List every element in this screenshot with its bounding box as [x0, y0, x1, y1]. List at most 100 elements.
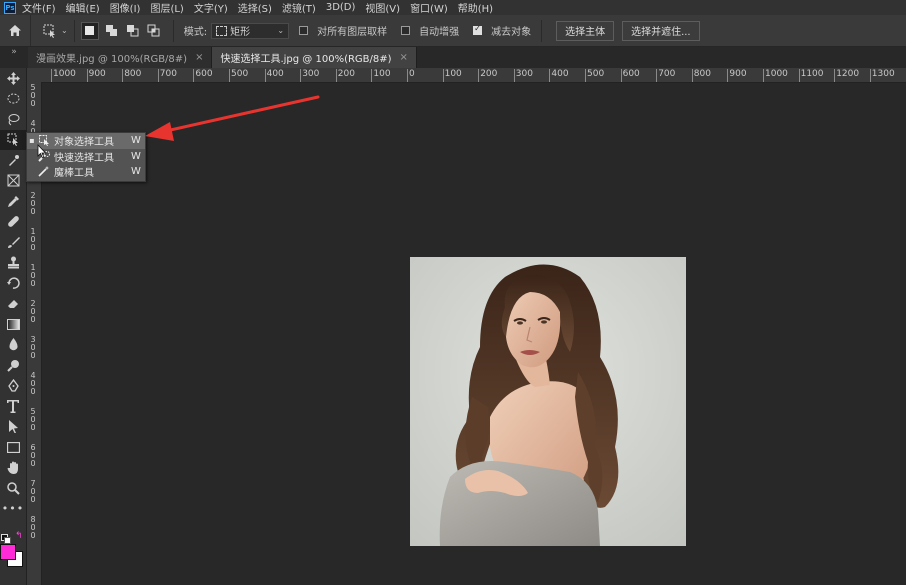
add-selection-icon [106, 25, 118, 36]
intersect-selection-button[interactable] [146, 23, 162, 39]
eraser-tool[interactable] [0, 294, 26, 315]
default-colors-icon[interactable] [1, 534, 11, 544]
zoom-tool[interactable] [0, 478, 26, 499]
close-icon[interactable]: × [195, 52, 203, 63]
tab-quick-selection[interactable]: 快速选择工具.jpg @ 100%(RGB/8#) × [212, 47, 417, 68]
menu-view[interactable]: 视图(V) [365, 0, 400, 15]
gradient-tool[interactable] [0, 314, 26, 335]
ruler-label: 0 [409, 69, 415, 79]
divider [541, 19, 543, 42]
brush-tool[interactable] [0, 232, 26, 253]
subtract-target-checkbox[interactable] [473, 24, 483, 35]
menu-edit[interactable]: 编辑(E) [66, 0, 100, 15]
menu-bar: Ps 文件(F) 编辑(E) 图像(I) 图层(L) 文字(Y) 选择(S) 滤… [0, 0, 906, 15]
swap-colors-icon[interactable]: ↰ [15, 531, 23, 541]
menu-layer[interactable]: 图层(L) [150, 0, 183, 15]
ruler-label: 700 [658, 69, 676, 79]
subtract-from-selection-button[interactable] [125, 23, 141, 39]
healing-brush-tool[interactable] [0, 212, 26, 233]
menu-select[interactable]: 选择(S) [238, 0, 272, 15]
menu-image[interactable]: 图像(I) [110, 0, 141, 15]
chevron-down-icon: ⌄ [61, 26, 68, 35]
mode-select-value: 矩形 [230, 27, 251, 38]
add-to-selection-button[interactable] [104, 23, 120, 39]
tools-panel: ••• ↰ [0, 68, 27, 585]
marquee-tool[interactable] [0, 89, 26, 110]
rectangle-tool[interactable] [0, 437, 26, 458]
select-and-mask-button[interactable]: 选择并遮住... [622, 20, 700, 41]
flyout-item-label: 魔棒工具 [54, 168, 94, 180]
document-tabs: 漫画效果.jpg @ 100%(RGB/8#) × 快速选择工具.jpg @ 1… [28, 47, 906, 68]
menu-window[interactable]: 窗口(W) [410, 0, 448, 15]
subtract-target-label: 减去对象 [491, 27, 532, 38]
ruler-label: 500 [587, 69, 605, 79]
intersect-selection-icon [147, 24, 160, 37]
ruler-label: 300 [515, 69, 533, 79]
flyout-item-shortcut: W [131, 166, 141, 178]
path-selection-tool[interactable] [0, 417, 26, 438]
stamp-icon [7, 256, 19, 269]
ruler-tick [798, 69, 800, 82]
crop-tool[interactable] [0, 150, 26, 171]
ruler-label: 600 [30, 443, 36, 468]
water-drop-icon [8, 338, 18, 351]
ruler-label: 500 [30, 407, 36, 432]
collapse-panels-button[interactable]: » [0, 47, 28, 68]
blur-tool[interactable] [0, 335, 26, 356]
type-tool[interactable] [0, 396, 26, 417]
select-subject-button[interactable]: 选择主体 [556, 20, 615, 41]
ruler-origin[interactable] [27, 68, 41, 82]
eyedropper-tool[interactable] [0, 191, 26, 212]
ruler-tick [86, 69, 88, 82]
frame-tool[interactable] [0, 171, 26, 192]
mode-select[interactable]: 矩形 ⌄ [211, 22, 290, 39]
object-selection-tool[interactable] [0, 129, 26, 150]
horizontal-ruler[interactable]: 1000 900 800 700 600 500 400 300 200 100 0 100 200 30… [41, 68, 906, 83]
pen-tool[interactable] [0, 376, 26, 397]
bandage-icon [7, 216, 19, 228]
chevron-down-icon: ⌄ [277, 26, 285, 35]
history-brush-tool[interactable] [0, 273, 26, 294]
hand-tool[interactable] [0, 458, 26, 479]
clone-stamp-tool[interactable] [0, 253, 26, 274]
ruler-label: 500 [231, 69, 249, 79]
menu-type[interactable]: 文字(Y) [194, 0, 228, 15]
flyout-item-shortcut: W [131, 150, 141, 162]
ruler-label: 100 [444, 69, 462, 79]
home-button[interactable] [0, 15, 31, 46]
selected-dot-icon: ▪ [29, 136, 35, 146]
ruler-tick [656, 69, 658, 82]
tab-comic-effect[interactable]: 漫画效果.jpg @ 100%(RGB/8#) × [28, 47, 213, 68]
menu-help[interactable]: 帮助(H) [458, 0, 493, 15]
ruler-label: 600 [622, 69, 640, 79]
mouse-cursor-icon [37, 144, 47, 159]
mode-label: 模式: [183, 27, 208, 38]
edit-toolbar-button[interactable]: ••• [0, 499, 26, 520]
menu-file[interactable]: 文件(F) [22, 0, 56, 15]
flyout-item-magic-wand[interactable]: 魔棒工具 W [27, 164, 145, 180]
ruler-label: 100 [30, 263, 36, 288]
lasso-icon [8, 113, 19, 126]
ruler-label: 600 [195, 69, 213, 79]
tool-preset-picker[interactable]: ⌄ [43, 24, 68, 38]
ruler-tick [478, 69, 480, 82]
ruler-tick [407, 69, 408, 82]
ruler-label: 900 [729, 69, 747, 79]
ruler-label: 1200 [836, 69, 860, 79]
close-icon[interactable]: × [400, 52, 408, 63]
sample-all-layers-checkbox[interactable] [299, 26, 309, 35]
ruler-label: 800 [30, 515, 36, 540]
ruler-label: 700 [30, 479, 36, 504]
auto-enhance-checkbox[interactable] [401, 26, 411, 35]
menu-3d[interactable]: 3D(D) [326, 2, 356, 13]
ruler-label: 800 [693, 69, 711, 79]
menu-filter[interactable]: 滤镜(T) [282, 0, 316, 15]
magic-wand-icon [37, 166, 51, 177]
foreground-color-swatch[interactable] [0, 544, 16, 560]
move-tool[interactable] [0, 68, 26, 89]
lasso-tool[interactable] [0, 109, 26, 130]
history-brush-icon [6, 277, 20, 289]
new-selection-button[interactable] [80, 21, 99, 40]
dodge-tool[interactable] [0, 355, 26, 376]
document-image[interactable] [410, 257, 686, 546]
